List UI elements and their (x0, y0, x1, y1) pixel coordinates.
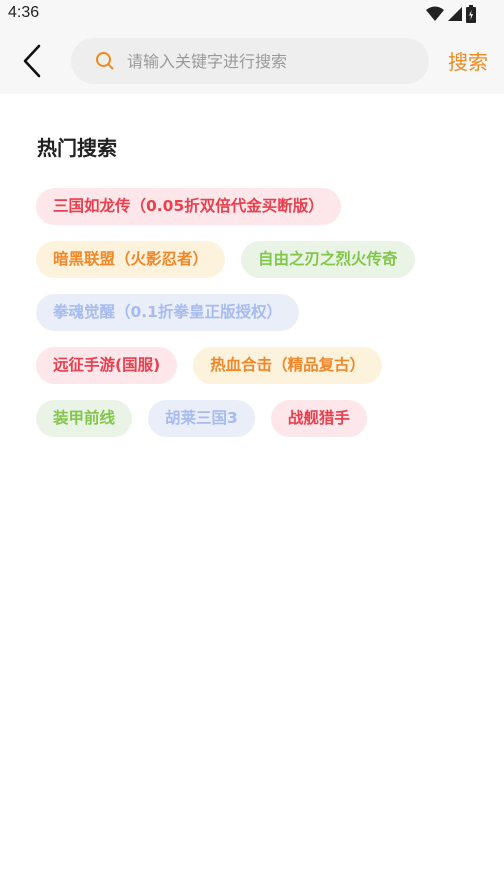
tag-row: 拳魂觉醒（0.1折拳皇正版授权） (36, 294, 476, 331)
status-time: 4:36 (8, 4, 40, 21)
wifi-icon (426, 6, 444, 21)
tag-row: 暗黑联盟（火影忍者） 自由之刃之烈火传奇 (36, 241, 476, 278)
chevron-left-icon (23, 44, 41, 78)
search-input[interactable] (127, 38, 417, 84)
search-box[interactable] (71, 38, 429, 84)
search-screen: 4:36 搜索 (0, 0, 504, 896)
tag-row: 三国如龙传（0.05折双倍代金买断版） (36, 188, 476, 225)
tag-row: 装甲前线 胡莱三国3 战舰猎手 (36, 400, 476, 437)
tag-row: 远征手游(国服) 热血合击（精品复古） (36, 347, 476, 384)
battery-icon (466, 5, 476, 23)
hot-search-tag[interactable]: 热血合击（精品复古） (193, 347, 383, 384)
hot-search-tag[interactable]: 胡莱三国3 (148, 400, 255, 437)
hot-search-tag[interactable]: 远征手游(国服) (36, 347, 178, 384)
search-icon (96, 52, 114, 70)
hot-search-tag[interactable]: 暗黑联盟（火影忍者） (36, 241, 226, 278)
hot-search-tag[interactable]: 自由之刃之烈火传奇 (241, 241, 415, 278)
hot-search-tag[interactable]: 装甲前线 (36, 400, 133, 437)
hot-search-tag[interactable]: 三国如龙传（0.05折双倍代金买断版） (36, 188, 341, 225)
search-header: 搜索 (0, 28, 504, 94)
status-icons (426, 4, 476, 24)
hot-search-tag[interactable]: 拳魂觉醒（0.1折拳皇正版授权） (36, 294, 299, 331)
back-button[interactable] (14, 42, 50, 80)
hot-search-tag[interactable]: 战舰猎手 (270, 400, 367, 437)
search-button[interactable]: 搜索 (448, 46, 488, 75)
cellular-signal-icon (448, 7, 462, 21)
hot-search-tags: 三国如龙传（0.05折双倍代金买断版） 暗黑联盟（火影忍者） 自由之刃之烈火传奇… (36, 188, 476, 453)
hot-search-title: 热门搜索 (37, 136, 117, 160)
status-bar: 4:36 (0, 0, 504, 28)
